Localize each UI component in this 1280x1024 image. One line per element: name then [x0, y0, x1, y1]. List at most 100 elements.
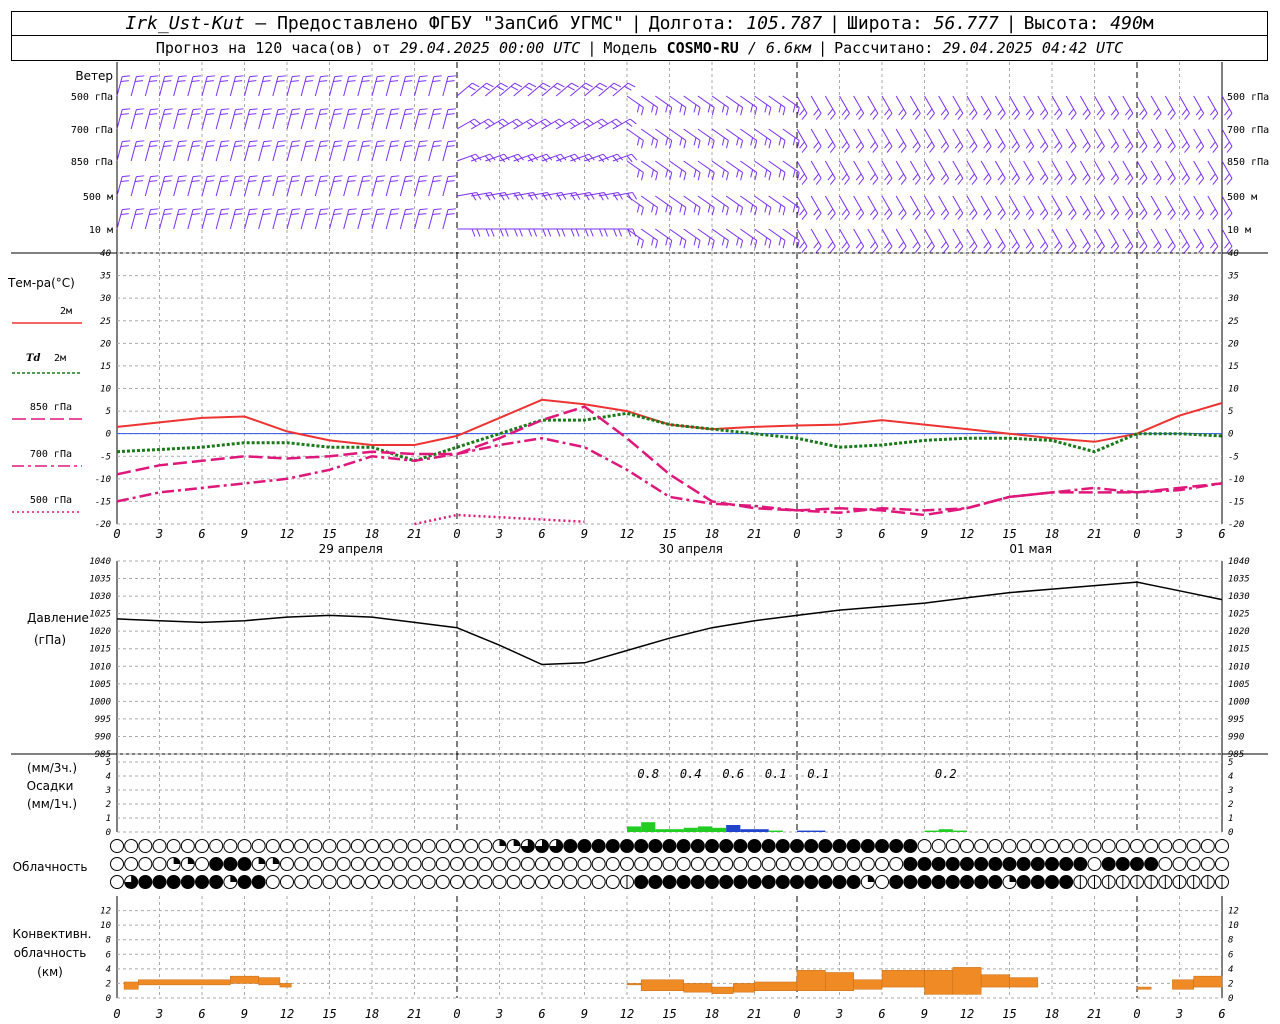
cloud-cover-symbol — [350, 857, 365, 871]
wind-barb-feather — [404, 180, 413, 183]
cloud-cover-symbol — [464, 839, 479, 853]
wind-barb-feather — [504, 192, 510, 200]
wind-barb-feather — [1226, 146, 1233, 153]
wind-barb-feather — [1195, 173, 1202, 181]
wind-barb-feather — [207, 75, 216, 78]
cloud-circle — [1073, 857, 1088, 871]
wind-barb-feather — [518, 192, 524, 200]
temp-ytick-left: 40 — [100, 249, 111, 259]
cloud-circle — [421, 839, 436, 853]
wind-barb — [1065, 160, 1077, 179]
wind-barb — [1037, 128, 1049, 147]
wind-barb-feather — [693, 204, 697, 213]
wind-barb-feather — [1113, 213, 1120, 220]
cloud-cover-symbol — [577, 875, 592, 889]
wind-barb-feather — [164, 108, 173, 111]
wind-barb — [187, 176, 194, 197]
wind-barb-feather — [1141, 146, 1148, 153]
wind-barb-feather — [262, 180, 271, 183]
x-tick-label: 18 — [705, 527, 719, 541]
wind-barb-feather — [983, 141, 990, 149]
wind-level-label-left: 10 м — [89, 225, 113, 236]
wind-barb-feather — [419, 108, 428, 111]
convective-cloud-bar — [754, 981, 798, 991]
wind-barb — [867, 160, 879, 179]
wind-barb-feather — [471, 193, 477, 201]
cloud-circle — [1030, 875, 1045, 889]
wind-barb-feather — [631, 153, 638, 161]
cloud-circle — [138, 839, 153, 853]
wind-barb-feather — [320, 140, 329, 143]
wind-barb — [1136, 128, 1148, 147]
wind-barb — [924, 195, 935, 214]
temp-legend-label: 2м — [60, 306, 72, 317]
wind-barb-feather — [940, 208, 947, 216]
x-tick-label-bottom: 6 — [538, 1007, 545, 1021]
wind-barb-feather — [997, 173, 1004, 181]
conv-ytick-left: 8 — [106, 936, 111, 946]
wind-barb-feather — [782, 172, 786, 181]
wind-barb — [1023, 228, 1035, 247]
wind-barb — [144, 109, 151, 130]
cloud-circle — [1200, 857, 1215, 871]
cloud-cover-symbol — [393, 875, 408, 889]
cloud-cover-symbol — [209, 839, 224, 853]
x-tick-label-bottom: 3 — [155, 1007, 163, 1021]
wind-barb-feather — [750, 204, 754, 213]
wind-barb-feather — [898, 173, 905, 181]
pressure-legend: Давление — [27, 611, 89, 625]
cloud-circle — [1158, 839, 1173, 853]
wind-barb-feather — [1198, 178, 1205, 185]
temp-ytick-left: -10 — [95, 475, 111, 485]
cloud-cover-symbol — [988, 875, 1003, 889]
wind-barb — [1023, 195, 1035, 214]
wind-barb — [314, 209, 321, 230]
cloud-cover-symbol — [705, 875, 719, 889]
wind-barb-feather — [249, 140, 258, 143]
wind-barb — [768, 128, 786, 141]
wind-barb-feather — [1096, 241, 1103, 249]
wind-barb — [258, 109, 265, 130]
precip-bar — [797, 830, 812, 832]
cloud-circle — [152, 839, 167, 853]
cloud-circle — [435, 875, 450, 889]
wind-barb-feather — [813, 108, 820, 116]
wind-barb — [839, 160, 850, 179]
temp-ytick-left: 0 — [106, 430, 111, 440]
cloud-cover-symbol — [563, 839, 578, 853]
wind-barb-feather — [900, 246, 907, 253]
wind-barb — [725, 95, 743, 108]
wind-barb-feather — [235, 208, 244, 211]
wind-barb-feather — [1042, 178, 1049, 185]
wind-barb-feather — [1184, 113, 1190, 120]
wind-barb-feather — [320, 208, 329, 211]
wind-barb — [640, 128, 658, 141]
cloud-cover-symbol — [733, 839, 748, 853]
wind-barb-feather — [1226, 213, 1233, 220]
wind-barb — [1108, 128, 1120, 147]
wind-barb — [938, 160, 950, 179]
wind-barb-feather — [736, 237, 739, 246]
wind-barb — [442, 209, 449, 230]
temp-ytick-left: 10 — [100, 385, 111, 395]
cloud-cover-symbol — [478, 857, 493, 871]
pressure-ytick-right: 990 — [1228, 732, 1244, 742]
cloud-cover-symbol — [209, 875, 224, 889]
cloud-circle — [634, 857, 649, 871]
wind-barb-feather — [926, 108, 933, 116]
cloud-circle — [945, 875, 960, 889]
wind-barb — [442, 109, 449, 130]
wind-barb-feather — [1141, 178, 1148, 185]
wind-barb-feather — [248, 180, 257, 183]
wind-barb-feather — [120, 180, 129, 183]
temp-ytick-right: 0 — [1228, 430, 1233, 440]
wind-barb-feather — [1141, 113, 1148, 120]
wind-barb-feather — [721, 104, 725, 113]
wind-barb — [895, 228, 907, 247]
wind-barb-feather — [513, 193, 519, 201]
wind-barb — [1207, 95, 1219, 114]
cloud-circle — [719, 839, 734, 853]
wind-barb-feather — [750, 169, 754, 178]
wind-barb-feather — [1082, 173, 1089, 181]
wind-barb-feather — [433, 175, 442, 178]
